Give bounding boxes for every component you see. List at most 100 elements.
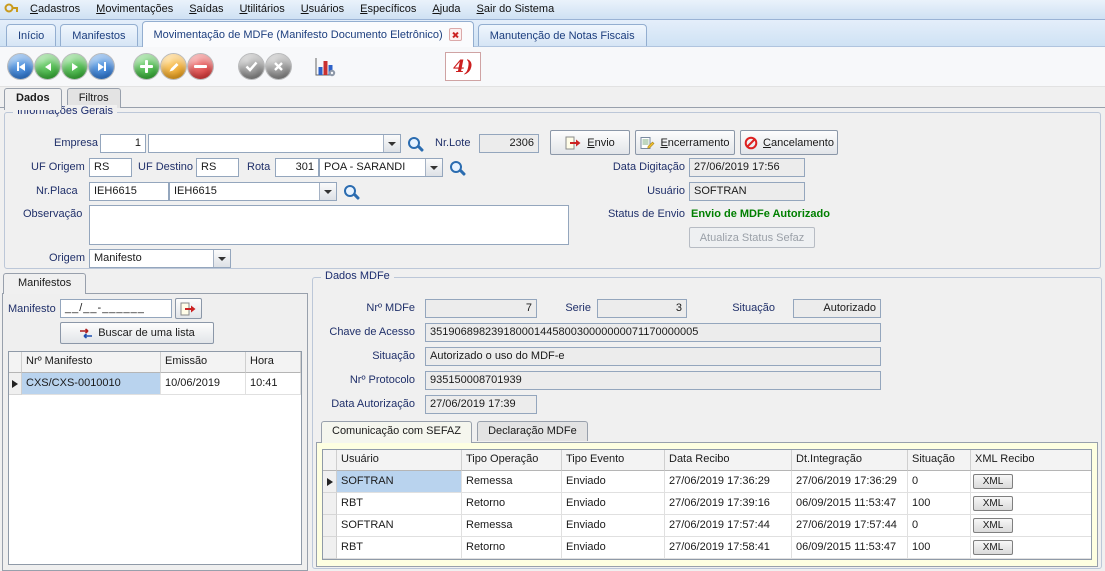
manifesto-mask-input[interactable]: __/__-______ <box>60 299 172 318</box>
situacao-desc-field[interactable]: Autorizado o uso do MDF-e <box>425 347 881 366</box>
dropdown-button[interactable] <box>213 250 230 267</box>
manifesto-send-button[interactable] <box>175 298 202 319</box>
buscar-lista-button[interactable]: Buscar de uma lista <box>60 322 214 344</box>
xml-recibo-button[interactable]: XML <box>973 474 1013 489</box>
search-rota-icon[interactable] <box>449 160 466 177</box>
cell-dt-integracao[interactable]: 06/09/2015 11:53:47 <box>792 493 908 515</box>
tab-manifestos[interactable]: Manifestos <box>60 24 137 46</box>
last-record-button[interactable] <box>89 54 114 79</box>
menu-movimentacoes[interactable]: Movimentações <box>88 1 181 18</box>
edit-button[interactable] <box>161 54 186 79</box>
column-header[interactable]: Tipo Evento <box>562 450 665 471</box>
tab-comunicacao-sefaz[interactable]: Comunicação com SEFAZ <box>321 421 472 443</box>
cell-situacao[interactable]: 100 <box>908 537 971 559</box>
xml-recibo-button[interactable]: XML <box>973 540 1013 555</box>
empresa-combo[interactable] <box>148 134 401 153</box>
menu-sair-do-sistema[interactable]: Sair do Sistema <box>469 1 563 18</box>
cell-situacao[interactable]: 100 <box>908 493 971 515</box>
cancelamento-button[interactable]: Cancelamento <box>740 130 838 155</box>
cell-usuario[interactable]: SOFTRAN <box>337 515 462 537</box>
menu-utilitarios[interactable]: Utilitários <box>231 1 292 18</box>
cell-hora[interactable]: 10:41 <box>246 373 301 395</box>
cell-tipo-operacao[interactable]: Retorno <box>462 537 562 559</box>
cell-situacao[interactable]: 0 <box>908 515 971 537</box>
xml-recibo-button[interactable]: XML <box>973 518 1013 533</box>
menu-usuarios[interactable]: Usuários <box>293 1 352 18</box>
tab-manifestos-panel[interactable]: Manifestos <box>3 273 86 294</box>
chave-acesso-field[interactable]: 3519068982391800014458003000000007117000… <box>425 323 881 342</box>
situacao-field[interactable]: Autorizado <box>793 299 881 318</box>
rota-combo[interactable]: POA - SARANDI <box>319 158 443 177</box>
cell-tipo-operacao[interactable]: Remessa <box>462 515 562 537</box>
tab-declaracao-mdfe[interactable]: Declaração MDFe <box>477 421 588 441</box>
column-header[interactable]: Nrº Manifesto <box>22 352 161 373</box>
cell-dt-integracao[interactable]: 27/06/2019 17:36:29 <box>792 471 908 493</box>
uf-origem-field[interactable]: RS <box>89 158 132 177</box>
search-empresa-icon[interactable] <box>407 136 424 153</box>
nrplaca-field[interactable]: IEH6615 <box>89 182 169 201</box>
menu-ajuda[interactable]: Ajuda <box>424 1 468 18</box>
cell-usuario[interactable]: SOFTRAN <box>337 471 462 493</box>
cell-tipo-evento[interactable]: Enviado <box>562 515 665 537</box>
table-row[interactable]: CXS/CXS-0010010 10/06/2019 10:41 <box>9 373 301 395</box>
first-record-button[interactable] <box>8 54 33 79</box>
data-digitacao-field[interactable]: 27/06/2019 17:56 <box>689 158 805 177</box>
observacao-textarea[interactable] <box>89 205 569 245</box>
dropdown-button[interactable] <box>425 159 442 176</box>
nrlote-field[interactable]: 2306 <box>479 134 539 153</box>
origem-combo[interactable]: Manifesto <box>89 249 231 268</box>
table-row[interactable]: RBT Retorno Enviado 27/06/2019 17:39:16 … <box>323 493 1091 515</box>
column-header[interactable]: Usuário <box>337 450 462 471</box>
cell-data-recibo[interactable]: 27/06/2019 17:57:44 <box>665 515 792 537</box>
cell-situacao[interactable]: 0 <box>908 471 971 493</box>
next-record-button[interactable] <box>62 54 87 79</box>
cell-data-recibo[interactable]: 27/06/2019 17:36:29 <box>665 471 792 493</box>
usuario-field[interactable]: SOFTRAN <box>689 182 805 201</box>
column-header[interactable]: Tipo Operação <box>462 450 562 471</box>
cell-tipo-evento[interactable]: Enviado <box>562 493 665 515</box>
data-autorizacao-field[interactable]: 27/06/2019 17:39 <box>425 395 537 414</box>
tab-dados[interactable]: Dados <box>4 88 62 110</box>
protocolo-field[interactable]: 935150008701939 <box>425 371 881 390</box>
rota-code-field[interactable]: 301 <box>275 158 319 177</box>
insert-button[interactable] <box>134 54 159 79</box>
serie-field[interactable]: 3 <box>597 299 687 318</box>
cell-emissao[interactable]: 10/06/2019 <box>161 373 246 395</box>
uf-destino-field[interactable]: RS <box>196 158 239 177</box>
tab-movimentacao-mdfe[interactable]: Movimentação de MDFe (Manifesto Document… <box>142 21 474 47</box>
menu-especificos[interactable]: Específicos <box>352 1 424 18</box>
cell-tipo-evento[interactable]: Enviado <box>562 537 665 559</box>
report-chart-button[interactable] <box>311 53 339 81</box>
tab-inicio[interactable]: Início <box>6 24 56 46</box>
menu-cadastros[interactable]: Cadastros <box>22 1 88 18</box>
table-row[interactable]: SOFTRAN Remessa Enviado 27/06/2019 17:57… <box>323 515 1091 537</box>
column-header[interactable]: XML Recibo <box>971 450 1091 471</box>
menu-saidas[interactable]: Saídas <box>181 1 231 18</box>
encerramento-button[interactable]: Encerramento <box>635 130 735 155</box>
column-header[interactable]: Situação <box>908 450 971 471</box>
cell-data-recibo[interactable]: 27/06/2019 17:58:41 <box>665 537 792 559</box>
cell-tipo-evento[interactable]: Enviado <box>562 471 665 493</box>
cell-nr-manifesto[interactable]: CXS/CXS-0010010 <box>22 373 161 395</box>
dropdown-button[interactable] <box>319 183 336 200</box>
cancel-button[interactable] <box>266 54 291 79</box>
column-header[interactable]: Dt.Integração <box>792 450 908 471</box>
prior-record-button[interactable] <box>35 54 60 79</box>
dropdown-button[interactable] <box>383 135 400 152</box>
cell-tipo-operacao[interactable]: Remessa <box>462 471 562 493</box>
cell-dt-integracao[interactable]: 06/09/2015 11:53:47 <box>792 537 908 559</box>
delete-button[interactable] <box>188 54 213 79</box>
table-row[interactable]: RBT Retorno Enviado 27/06/2019 17:58:41 … <box>323 537 1091 559</box>
exit-system-button[interactable]: 4) <box>445 52 481 81</box>
search-placa-icon[interactable] <box>343 184 360 201</box>
envio-button[interactable]: Envio <box>550 130 630 155</box>
column-header[interactable]: Data Recibo <box>665 450 792 471</box>
cell-data-recibo[interactable]: 27/06/2019 17:39:16 <box>665 493 792 515</box>
table-row[interactable]: SOFTRAN Remessa Enviado 27/06/2019 17:36… <box>323 471 1091 493</box>
close-tab-icon[interactable] <box>449 28 462 41</box>
column-header[interactable]: Emissão <box>161 352 246 373</box>
nr-mdfe-field[interactable]: 7 <box>425 299 537 318</box>
xml-recibo-button[interactable]: XML <box>973 496 1013 511</box>
empresa-code-field[interactable]: 1 <box>100 134 146 153</box>
tab-manutencao-notas-fiscais[interactable]: Manutenção de Notas Fiscais <box>478 24 647 46</box>
